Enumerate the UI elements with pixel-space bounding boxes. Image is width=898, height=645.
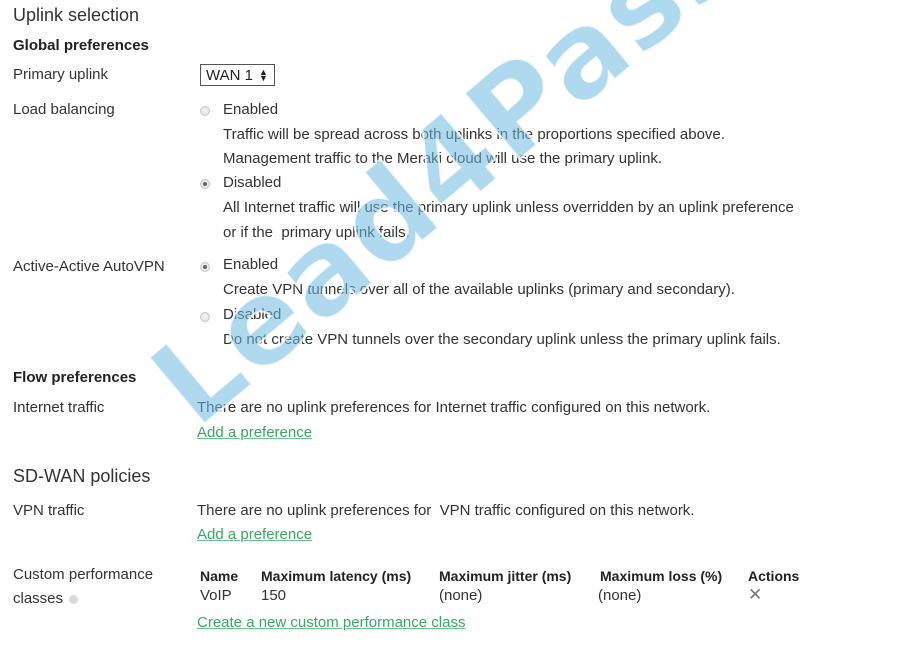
- radio-selected-dot: [203, 182, 207, 186]
- autovpn-disabled-desc: Do not create VPN tunnels over the secon…: [223, 331, 781, 348]
- autovpn-disabled-radio[interactable]: [200, 312, 210, 322]
- select-arrows-icon: ▲ ▼: [258, 67, 268, 83]
- primary-uplink-value: WAN 1: [206, 66, 253, 84]
- cell-loss: (none): [598, 587, 642, 604]
- column-header-loss: Maximum loss (%): [600, 568, 723, 584]
- autovpn-enabled-desc: Create VPN tunnels over all of the avail…: [223, 281, 735, 298]
- column-header-name: Name: [200, 568, 239, 584]
- add-internet-preference-link[interactable]: Add a preference: [197, 424, 312, 441]
- column-header-jitter: Maximum jitter (ms): [439, 568, 572, 584]
- cell-name: VoIP: [200, 587, 232, 604]
- close-icon[interactable]: ✕: [748, 585, 762, 605]
- cell-jitter: (none): [439, 587, 483, 604]
- autovpn-enabled-label[interactable]: Enabled: [223, 256, 278, 273]
- sdwan-policies-heading: SD-WAN policies: [13, 466, 151, 486]
- autovpn-enabled-radio[interactable]: [200, 262, 210, 272]
- load-balancing-disabled-label[interactable]: Disabled: [223, 174, 281, 191]
- column-header-actions: Actions: [748, 568, 800, 584]
- load-balancing-disabled-radio[interactable]: [200, 179, 210, 189]
- internet-traffic-message: There are no uplink preferences for Inte…: [197, 399, 711, 416]
- load-balancing-disabled-desc-2: or if the primary uplink fails.: [223, 224, 410, 241]
- load-balancing-label: Load balancing: [13, 101, 115, 118]
- flow-preferences-heading: Flow preferences: [13, 369, 137, 386]
- load-balancing-enabled-radio[interactable]: [200, 106, 210, 116]
- load-balancing-enabled-desc-2: Management traffic to the Meraki cloud w…: [223, 150, 663, 167]
- vpn-traffic-label: VPN traffic: [13, 502, 85, 519]
- custom-performance-label-line1: Custom performance: [13, 566, 154, 583]
- primary-uplink-select[interactable]: WAN 1 ▲ ▼: [200, 64, 275, 86]
- primary-uplink-label: Primary uplink: [13, 66, 109, 83]
- cell-latency: 150: [261, 587, 287, 604]
- load-balancing-enabled-label[interactable]: Enabled: [223, 101, 278, 118]
- info-icon[interactable]: [69, 594, 79, 604]
- column-header-latency: Maximum latency (ms): [261, 568, 412, 584]
- global-preferences-heading: Global preferences: [13, 37, 149, 54]
- create-performance-class-link[interactable]: Create a new custom performance class: [197, 614, 465, 631]
- load-balancing-disabled-desc-1: All Internet traffic will use the primar…: [223, 199, 794, 216]
- autovpn-label: Active-Active AutoVPN: [13, 258, 165, 275]
- custom-performance-label-text: classes: [13, 590, 64, 607]
- internet-traffic-label: Internet traffic: [13, 399, 105, 416]
- load-balancing-enabled-desc-1: Traffic will be spread across both uplin…: [223, 126, 725, 143]
- page-title: Uplink selection: [13, 5, 140, 25]
- autovpn-disabled-label[interactable]: Disabled: [223, 306, 281, 323]
- custom-performance-label-line2: classes: [13, 590, 79, 607]
- radio-selected-dot: [203, 265, 207, 269]
- add-vpn-preference-link[interactable]: Add a preference: [197, 526, 312, 543]
- vpn-traffic-message: There are no uplink preferences for VPN …: [197, 502, 695, 519]
